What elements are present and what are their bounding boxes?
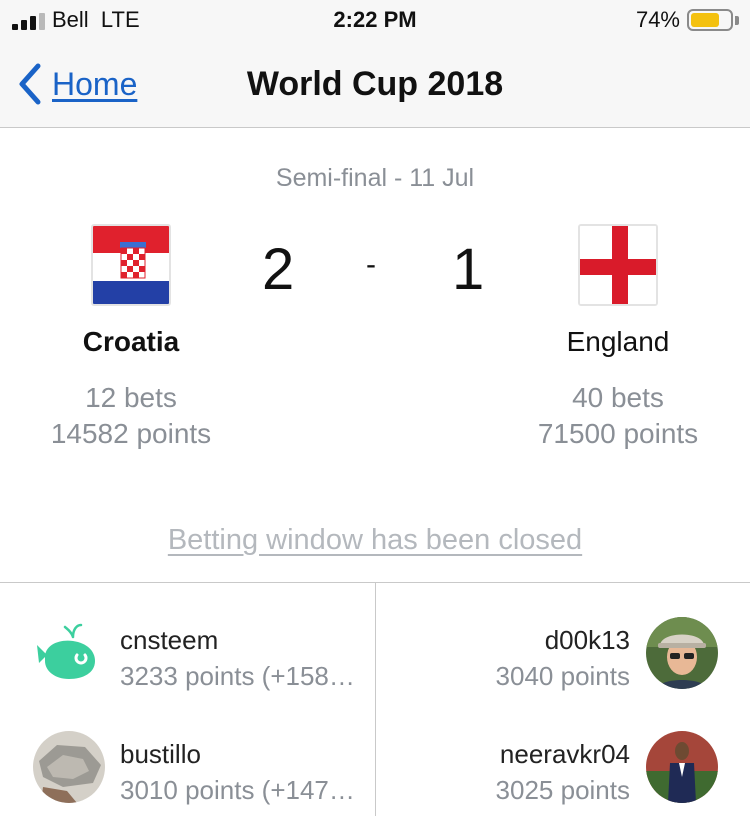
- list-item[interactable]: neeravkr04 3025 points: [390, 731, 750, 811]
- away-team: England 40 bets 71500 points: [488, 224, 748, 452]
- match-round-date: Semi-final - 11 Jul: [275, 164, 475, 192]
- list-item[interactable]: bustillo 3010 points (+147…: [0, 731, 360, 811]
- person-suit-avatar-icon[interactable]: [646, 731, 718, 803]
- list-item[interactable]: d00k13 3040 points: [390, 617, 750, 697]
- bettor-leaderboard: cnsteem 3233 points (+158… bustillo 3010…: [0, 582, 750, 816]
- away-team-name: England: [566, 326, 670, 357]
- croatia-flag-icon: [91, 224, 171, 306]
- bettor-name: cnsteem: [120, 625, 219, 655]
- list-item[interactable]: cnsteem 3233 points (+158…: [0, 617, 360, 697]
- away-bet-count: 40 bets: [572, 382, 664, 413]
- away-bet-points: 71500 points: [537, 418, 699, 449]
- home-score: 2: [262, 237, 295, 302]
- whale-avatar-icon[interactable]: [33, 617, 105, 689]
- battery-icon: [687, 9, 733, 31]
- betting-closed-link[interactable]: Betting window has been closed: [0, 524, 750, 557]
- bettor-name: bustillo: [120, 739, 201, 769]
- navigation-bar: Home World Cup 2018: [0, 40, 750, 128]
- battery-level: [691, 13, 719, 27]
- england-flag-icon: [578, 224, 658, 306]
- battery-percent: 74%: [635, 7, 680, 32]
- away-score: 1: [452, 237, 485, 302]
- status-bar: Bell LTE 2:22 PM 74%: [0, 0, 750, 40]
- bettor-points: 3233 points (+158…: [120, 661, 355, 691]
- bettor-points: 3010 points (+147…: [120, 775, 355, 805]
- page-title: World Cup 2018: [246, 65, 504, 103]
- home-team-name: Croatia: [82, 326, 180, 357]
- bettor-points: 3025 points: [495, 775, 630, 805]
- battery-tip: [735, 16, 739, 25]
- score-separator: -: [366, 248, 376, 281]
- column-divider: [375, 583, 376, 816]
- home-bet-points: 14582 points: [50, 418, 212, 449]
- home-bet-count: 12 bets: [85, 382, 177, 413]
- rock-avatar-icon[interactable]: [33, 731, 105, 803]
- away-team-stats: 40 bets 71500 points: [488, 380, 748, 452]
- bettor-name: neeravkr04: [499, 739, 630, 769]
- bettor-points: 3040 points: [495, 661, 630, 691]
- bettor-name: d00k13: [544, 625, 630, 655]
- person-cap-avatar-icon[interactable]: [646, 617, 718, 689]
- home-team-stats: 12 bets 14582 points: [1, 380, 261, 452]
- home-team: Croatia 12 bets 14582 points: [1, 224, 261, 452]
